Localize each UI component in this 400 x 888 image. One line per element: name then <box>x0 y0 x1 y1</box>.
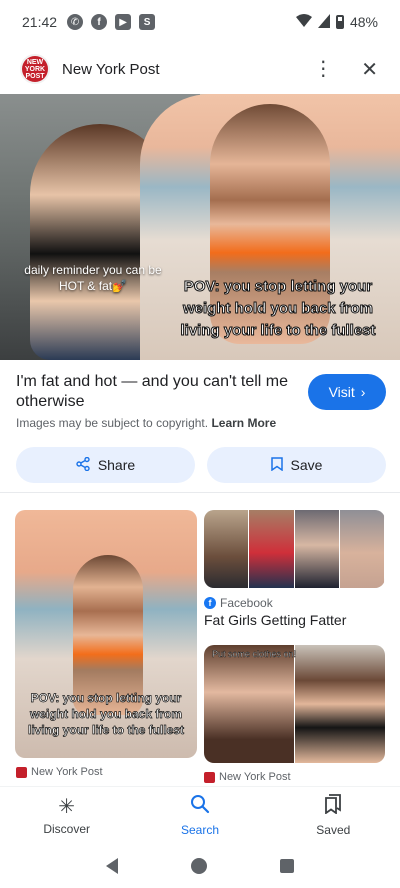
facebook-icon: f <box>204 597 216 609</box>
related-source: New York Post <box>16 766 103 778</box>
copyright-text: Images may be subject to copyright. <box>16 416 209 430</box>
nav-saved-label: Saved <box>316 823 351 837</box>
hero-image[interactable]: daily reminder you can be HOT & fat💅 POV… <box>0 94 400 360</box>
notification-icons: ✆ f ▶ S <box>67 14 156 30</box>
save-label: Save <box>290 457 323 473</box>
save-button[interactable]: Save <box>207 447 386 483</box>
collage-tile <box>204 510 250 588</box>
nav-discover[interactable]: ✳ Discover <box>0 787 133 844</box>
nav-saved[interactable]: Saved <box>267 787 400 844</box>
collage-tile <box>294 510 340 588</box>
collage-tile <box>249 510 295 588</box>
nav-discover-label: Discover <box>43 821 90 836</box>
header-actions: ⋮ ✕ <box>313 57 378 82</box>
hero-caption-right: POV: you stop letting your weight hold y… <box>180 278 376 340</box>
home-icon[interactable] <box>190 858 207 874</box>
section-divider <box>0 492 400 493</box>
wifi-icon <box>295 13 312 31</box>
whatsapp-icon: ✆ <box>67 14 84 30</box>
nav-search-label: Search <box>180 823 219 837</box>
search-icon <box>190 794 210 819</box>
facebook-icon: f <box>91 14 108 30</box>
related-image-card[interactable]: Put some clothes on! <box>204 645 385 763</box>
related-source: New York Post <box>204 771 291 783</box>
related-title[interactable]: Fat Girls Getting Fatter <box>204 612 346 628</box>
status-right: 48% <box>295 13 378 31</box>
related-caption: Put some clothes on! <box>212 649 297 659</box>
viewer-header: NEW YORK POST New York Post ⋮ ✕ <box>0 48 400 90</box>
related-source-label: Facebook <box>220 596 273 610</box>
related-source-label: New York Post <box>31 766 103 778</box>
favicon-text: NEW YORK POST <box>24 58 46 80</box>
nypost-favicon-icon <box>16 766 27 778</box>
battery-percent: 48% <box>349 14 378 30</box>
youtube-icon: ▶ <box>115 14 132 30</box>
bookmark-icon <box>270 456 283 474</box>
bottom-nav: ✳ Discover Search Saved <box>0 786 400 844</box>
collage-tile <box>294 645 385 763</box>
battery-icon <box>335 15 344 29</box>
signal-icon <box>317 13 330 31</box>
close-icon[interactable]: ✕ <box>361 57 378 82</box>
share-icon <box>76 456 90 474</box>
action-row: Share Save <box>16 447 386 483</box>
learn-more-link[interactable]: Learn More <box>211 416 276 430</box>
site-favicon: NEW YORK POST <box>22 56 48 82</box>
hero-caption-left: daily reminder you can be HOT & fat💅 <box>24 263 162 293</box>
nav-search[interactable]: Search <box>133 787 266 844</box>
result-title[interactable]: I'm fat and hot — and you can't tell me … <box>16 372 296 412</box>
more-options-icon[interactable]: ⋮ <box>313 59 333 79</box>
related-source: f Facebook <box>204 596 273 610</box>
visit-button[interactable]: Visit › <box>308 374 386 410</box>
result-title-row: I'm fat and hot — and you can't tell me … <box>16 372 386 412</box>
status-bar: 21:42 ✆ f ▶ S 48% <box>0 0 400 44</box>
chevron-right-icon: › <box>360 384 366 400</box>
system-nav-bar <box>0 844 400 888</box>
recents-icon[interactable] <box>279 859 294 873</box>
related-source-label: New York Post <box>219 771 291 783</box>
bookmarks-icon <box>324 794 342 819</box>
asterisk-icon: ✳ <box>58 795 76 818</box>
collage-tile <box>204 645 294 763</box>
nypost-favicon-icon <box>204 771 215 783</box>
related-image-card[interactable]: POV: you stop letting your weight hold y… <box>15 510 197 758</box>
collage-tile <box>339 510 385 588</box>
related-caption: POV: you stop letting your weight hold y… <box>27 691 185 738</box>
visit-label: Visit <box>328 384 355 400</box>
site-name[interactable]: New York Post <box>62 61 160 78</box>
related-image-card[interactable] <box>204 510 385 588</box>
status-time: 21:42 <box>22 14 58 30</box>
copyright-notice: Images may be subject to copyright. Lear… <box>16 416 276 430</box>
back-icon[interactable] <box>106 858 119 874</box>
share-button[interactable]: Share <box>16 447 195 483</box>
s-app-icon: S <box>139 14 156 30</box>
share-label: Share <box>97 457 136 473</box>
